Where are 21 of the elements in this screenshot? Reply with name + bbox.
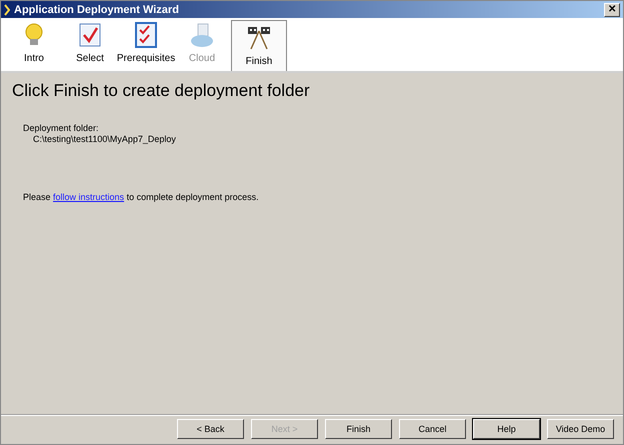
instructions-link[interactable]: follow instructions (53, 192, 124, 202)
wizard-step-tab[interactable]: Prerequisites (119, 18, 173, 71)
checklist-icon (134, 22, 158, 48)
wizard-button[interactable]: < Back (177, 419, 244, 439)
wizard-button[interactable]: Video Demo (547, 419, 614, 439)
checkbox-icon (78, 22, 102, 48)
wizard-button[interactable]: Help (473, 419, 540, 439)
page-heading: Click Finish to create deployment folder (12, 81, 311, 101)
wizard-button[interactable]: Cancel (399, 419, 466, 439)
folder-path: C:\testing\test1100\MyApp7_Deploy (32, 134, 177, 144)
wizard-step-tab[interactable]: Select (63, 18, 117, 71)
window-title: Application Deployment Wizard (14, 4, 180, 16)
checkered-flags-icon (247, 25, 271, 51)
wizard-step-tab[interactable]: Intro (7, 18, 61, 71)
folder-label: Deployment folder: (23, 123, 100, 133)
cloud-icon (190, 22, 214, 48)
wizard-step-tab[interactable]: Finish (231, 20, 287, 71)
close-button[interactable]: ✕ (604, 2, 620, 16)
instruction-text: Please follow instructions to complete deployment process. (22, 192, 260, 202)
chevron-icon (4, 4, 10, 16)
wizard-button[interactable]: Finish (325, 419, 392, 439)
